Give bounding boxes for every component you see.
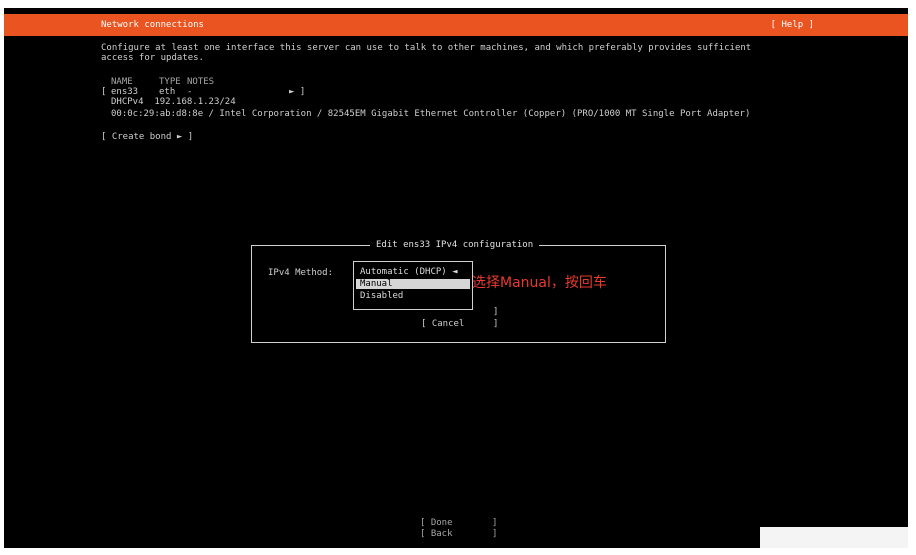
- back-close-bracket: ]: [492, 529, 498, 539]
- watermark-patch: [760, 527, 908, 548]
- col-type-header: TYPE: [159, 77, 181, 87]
- title-bar: Network connections [ Help ]: [4, 14, 908, 36]
- bracket-right-2: ]: [493, 319, 499, 329]
- option-manual[interactable]: Manual: [356, 279, 470, 289]
- cancel-button[interactable]: [ Cancel: [421, 319, 464, 329]
- page-title: Network connections: [101, 20, 204, 30]
- interface-menu-arrow[interactable]: ► ]: [289, 87, 305, 97]
- interface-notes: -: [187, 87, 193, 97]
- row-open-bracket: [: [101, 87, 107, 97]
- intro-line-1: Configure at least one interface this se…: [101, 43, 752, 53]
- ipv4-method-label: IPv4 Method:: [268, 268, 334, 278]
- option-disabled[interactable]: Disabled: [360, 291, 403, 301]
- back-button[interactable]: [ Back ]: [420, 529, 500, 539]
- dhcp-address: DHCPv4 192.168.1.23/24: [111, 97, 236, 107]
- done-close-bracket: ]: [492, 518, 498, 528]
- interface-type: eth: [159, 87, 176, 97]
- interface-hardware-info: 00:0c:29:ab:d8:8e / Intel Corporation / …: [111, 109, 751, 119]
- option-manual-label: Manual: [360, 279, 393, 289]
- back-label: [ Back: [420, 529, 453, 539]
- col-name-header: NAME: [111, 77, 133, 87]
- col-notes-header: NOTES: [187, 77, 215, 87]
- option-automatic-dhcp[interactable]: Automatic (DHCP) ◄: [360, 267, 458, 277]
- ipv4-method-dropdown[interactable]: Automatic (DHCP) ◄ Manual Disabled: [353, 261, 473, 310]
- ipv4-config-dialog: Edit ens33 IPv4 configuration IPv4 Metho…: [251, 240, 666, 343]
- dialog-title: Edit ens33 IPv4 configuration: [370, 240, 540, 250]
- interface-name: ens33: [111, 87, 139, 97]
- instruction-annotation: 选择Manual，按回车: [472, 275, 607, 291]
- done-button[interactable]: [ Done ]: [420, 518, 500, 528]
- intro-line-2: access for updates.: [101, 53, 204, 63]
- interface-row-ens33[interactable]: [ ens33 eth - ► ]: [101, 87, 311, 97]
- help-button[interactable]: [ Help ]: [771, 20, 814, 30]
- terminal-screen: Network connections [ Help ] Configure a…: [4, 8, 908, 548]
- done-label: [ Done: [420, 518, 453, 528]
- create-bond-button[interactable]: [ Create bond ► ]: [101, 132, 193, 142]
- bracket-right-1: ]: [493, 307, 499, 317]
